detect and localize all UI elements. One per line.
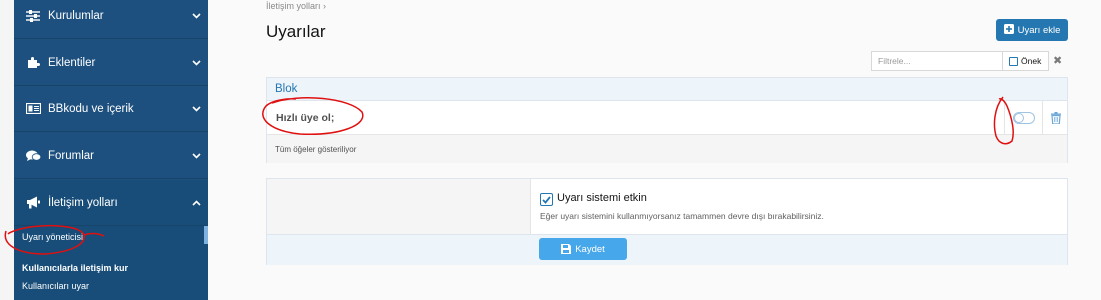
active-indicator (204, 226, 208, 244)
sidebar-item-bbcode[interactable]: BBkodu ve içerik (14, 86, 208, 132)
breadcrumb-link[interactable]: İletişim yolları (266, 1, 321, 11)
plus-square-icon (1003, 23, 1014, 37)
settings-label-column (267, 179, 531, 234)
sidebar-link-warn-users[interactable]: Kullanıcıları uyar (22, 281, 89, 291)
trash-icon (1051, 111, 1061, 124)
list-item[interactable]: Hızlı üye ol; (267, 101, 1067, 135)
chevron-down-icon (190, 59, 202, 66)
page-title: Uyarılar (266, 22, 326, 41)
comments-icon (24, 149, 42, 163)
add-warning-button[interactable]: Uyarı ekle (996, 19, 1068, 41)
list-item-title[interactable]: Hızlı üye ol; (267, 112, 1067, 124)
chevron-down-icon (190, 105, 202, 112)
enable-warnings-hint: Eğer uyarı sistemini kullanmıyorsanız ta… (540, 211, 824, 221)
sidebar-link-warning-manager[interactable]: Uyarı yöneticisi (22, 232, 83, 242)
delete-button[interactable] (1042, 101, 1069, 134)
enable-warnings-label[interactable]: Uyarı sistemi etkin (557, 192, 647, 204)
sidebar-item-communication[interactable]: İletişim yolları (14, 180, 208, 226)
add-warning-label: Uyarı ekle (1017, 24, 1061, 36)
sidebar-item-label: İletişim yolları (48, 196, 118, 209)
warning-list-panel: Blok Hızlı üye ol; Tüm öğeler gösteriliy… (266, 77, 1068, 163)
chevron-up-icon (190, 199, 202, 206)
clear-filter-icon[interactable]: ✖ (1053, 54, 1062, 67)
sidebar-link-contact-users[interactable]: Kullanıcılarla iletişim kur (22, 263, 128, 273)
sidebar-item-label: Forumlar (48, 149, 95, 162)
list-footer: Tüm öğeler gösteriliyor (267, 135, 1067, 163)
settings-panel: Uyarı sistemi etkin Eğer uyarı sistemini… (266, 178, 1068, 265)
bbcode-icon (24, 102, 42, 116)
chevron-down-icon (190, 152, 202, 159)
sidebar-edge (0, 0, 14, 300)
save-button[interactable]: Kaydet (539, 238, 627, 260)
toggle-switch[interactable] (1004, 101, 1043, 134)
puzzle-icon (24, 56, 42, 70)
sliders-icon (24, 9, 42, 23)
section-header: Blok (267, 78, 1067, 101)
sidebar-item-label: Kurulumlar (48, 9, 104, 22)
save-label: Kaydet (575, 243, 605, 255)
form-submit-row: Kaydet (267, 234, 1067, 265)
sidebar-item-label: Eklentiler (48, 56, 96, 69)
bullhorn-icon (24, 196, 42, 210)
prefix-label: Önek (1021, 56, 1042, 66)
checkbox-icon (1009, 56, 1018, 66)
filter-input[interactable]: Filtrele... (871, 51, 1003, 71)
sidebar-item-setup[interactable]: Kurulumlar (14, 0, 208, 39)
sidebar-item-forums[interactable]: Forumlar (14, 133, 208, 179)
sidebar-item-label: BBkodu ve içerik (48, 102, 134, 115)
prefix-checkbox[interactable]: Önek (1003, 51, 1049, 71)
sidebar-item-addons[interactable]: Eklentiler (14, 40, 208, 86)
breadcrumb[interactable]: İletişim yolları › (266, 1, 326, 11)
sidebar-submenu: Uyarı yöneticisi Kullanıcılarla iletişim… (14, 226, 208, 300)
chevron-down-icon (190, 12, 202, 19)
chevron-right-icon: › (323, 1, 327, 11)
check-icon (542, 195, 551, 204)
enable-warnings-checkbox[interactable] (540, 193, 553, 206)
save-icon (561, 244, 572, 254)
toggle-icon (1013, 111, 1035, 124)
